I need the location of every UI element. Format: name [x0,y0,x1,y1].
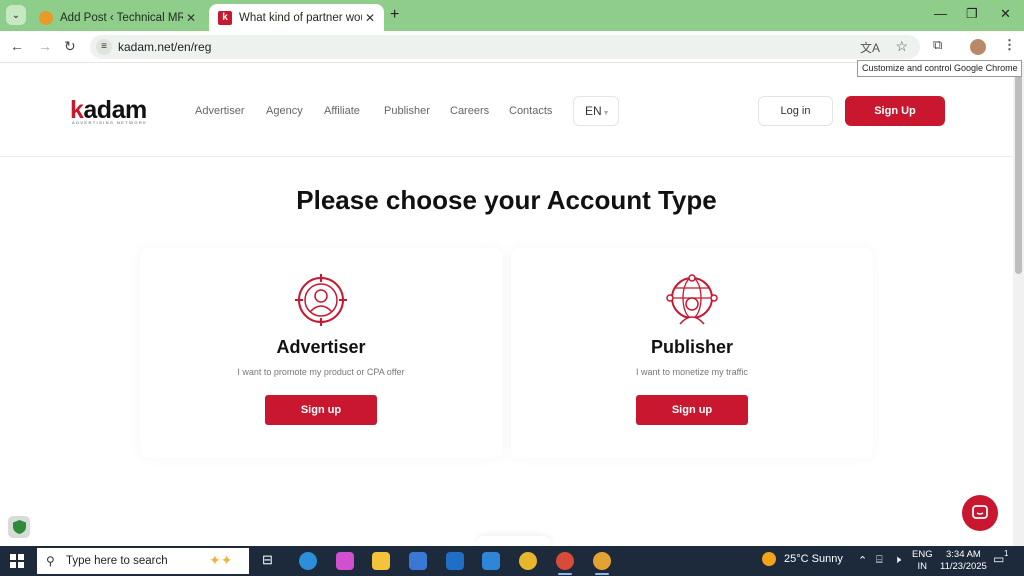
file-explorer-icon[interactable] [372,552,390,570]
active-indicator [558,573,572,575]
target-person-icon [295,274,347,326]
nav-publisher[interactable]: Publisher [384,105,430,117]
sparkle-icon: ✦✦ [209,552,233,568]
close-icon[interactable]: ✕ [183,11,199,25]
advertiser-signup-button[interactable]: Sign up [265,395,377,425]
nav-affiliate[interactable]: Affiliate [324,105,360,117]
kadam-favicon-icon: k [218,10,232,25]
chrome-active-icon[interactable] [593,552,611,570]
chevron-down-icon: ⌄ [11,9,21,21]
advertiser-card: Advertiser I want to promote my product … [140,248,502,458]
chat-widget-button[interactable] [962,495,998,531]
forward-icon[interactable]: → [38,38,52,54]
nav-careers[interactable]: Careers [450,105,489,117]
reload-icon[interactable]: ↻ [64,38,76,55]
windows-start-icon[interactable] [10,554,24,568]
task-view-icon[interactable]: ⊟ [262,552,280,570]
chrome-icon[interactable] [519,552,537,570]
menu-dots-icon[interactable]: ⋮ [1003,37,1016,53]
translate-icon[interactable]: 文A [860,39,880,56]
nav-agency[interactable]: Agency [266,105,303,117]
back-icon[interactable]: ← [10,38,24,54]
site-favicon-icon [39,10,53,25]
notification-icon[interactable]: ▭ [993,552,1004,566]
card-title: Advertiser [276,337,366,357]
close-icon[interactable]: ✕ [362,11,378,25]
tab-strip: ⌄ Add Post ‹ Technical MR Rajasth ✕ k Wh… [0,0,1024,31]
browser-toolbar: ← → ↻ ≡ kadam.net/en/reg 文A ☆ ⧉ ⋮ [0,31,1024,63]
card-title: Publisher [650,337,734,357]
clock[interactable]: 3:34 AM 11/23/2025 [940,549,987,573]
login-button[interactable]: Log in [758,96,833,126]
minimize-button[interactable]: — [934,6,947,21]
restore-button[interactable]: ❐ [966,6,978,22]
copilot-icon[interactable] [336,552,354,570]
close-window-button[interactable]: ✕ [1000,6,1011,22]
search-icon: ⚲ [46,554,55,568]
chat-icon [972,505,988,519]
chrome-profile-icon[interactable] [556,552,574,570]
windows-taskbar: ⚲ Type here to search ✦✦ ⊟ 25°C Sunny ⌃ … [0,546,1024,576]
tab-kadam[interactable]: k What kind of partner would you ✕ [209,4,384,31]
bookmark-star-icon[interactable]: ☆ [895,38,908,55]
page-scrollbar[interactable] [1013,64,1024,546]
nav-advertiser[interactable]: Advertiser [195,105,245,117]
notification-count: 1 [1004,549,1009,558]
taskbar-search-input[interactable]: ⚲ Type here to search ✦✦ [37,548,249,574]
tab-search-button[interactable]: ⌄ [6,5,26,25]
chevron-down-icon: ▼ [602,110,610,117]
tooltip: Customize and control Google Chrome [857,60,1022,77]
publisher-card: Publisher I want to monetize my traffic … [511,248,873,458]
globe-person-icon [666,274,718,325]
language-select[interactable]: EN▼ [573,96,619,126]
address-bar[interactable]: ≡ kadam.net/en/reg 文A ☆ [90,35,920,59]
store-icon[interactable] [409,552,427,570]
active-indicator [595,573,609,575]
edge-icon[interactable] [299,552,317,570]
network-icon[interactable]: ⌸ [876,554,883,567]
signup-button[interactable]: Sign Up [845,96,945,126]
language-indicator[interactable]: ENG IN [912,549,933,573]
outlook-icon[interactable] [446,552,464,570]
tab-add-post[interactable]: Add Post ‹ Technical MR Rajasth ✕ [30,4,205,31]
chevron-up-icon[interactable]: ⌃ [858,554,867,567]
profile-avatar[interactable] [970,39,986,55]
extensions-icon[interactable]: ⧉ [933,37,942,53]
weather-text[interactable]: 25°C Sunny [784,553,843,565]
new-tab-button[interactable]: + [390,6,399,24]
card-description: I want to promote my product or CPA offe… [237,367,405,377]
weather-icon[interactable] [762,552,776,566]
page-title: Please choose your Account Type [296,185,717,215]
nav-contacts[interactable]: Contacts [509,105,552,117]
vscode-icon[interactable] [482,552,500,570]
scroll-thumb[interactable] [1015,74,1022,274]
site-info-icon[interactable]: ≡ [96,39,112,55]
logo-tagline: ADVERTISING NETWORK [72,120,148,125]
site-header: kadam ADVERTISING NETWORK Advertiser Age… [0,64,1013,157]
publisher-signup-button[interactable]: Sign up [636,395,748,425]
shield-extension-icon[interactable] [8,516,30,538]
volume-icon[interactable]: 🕨 [894,554,901,567]
card-description: I want to monetize my traffic [636,367,748,377]
